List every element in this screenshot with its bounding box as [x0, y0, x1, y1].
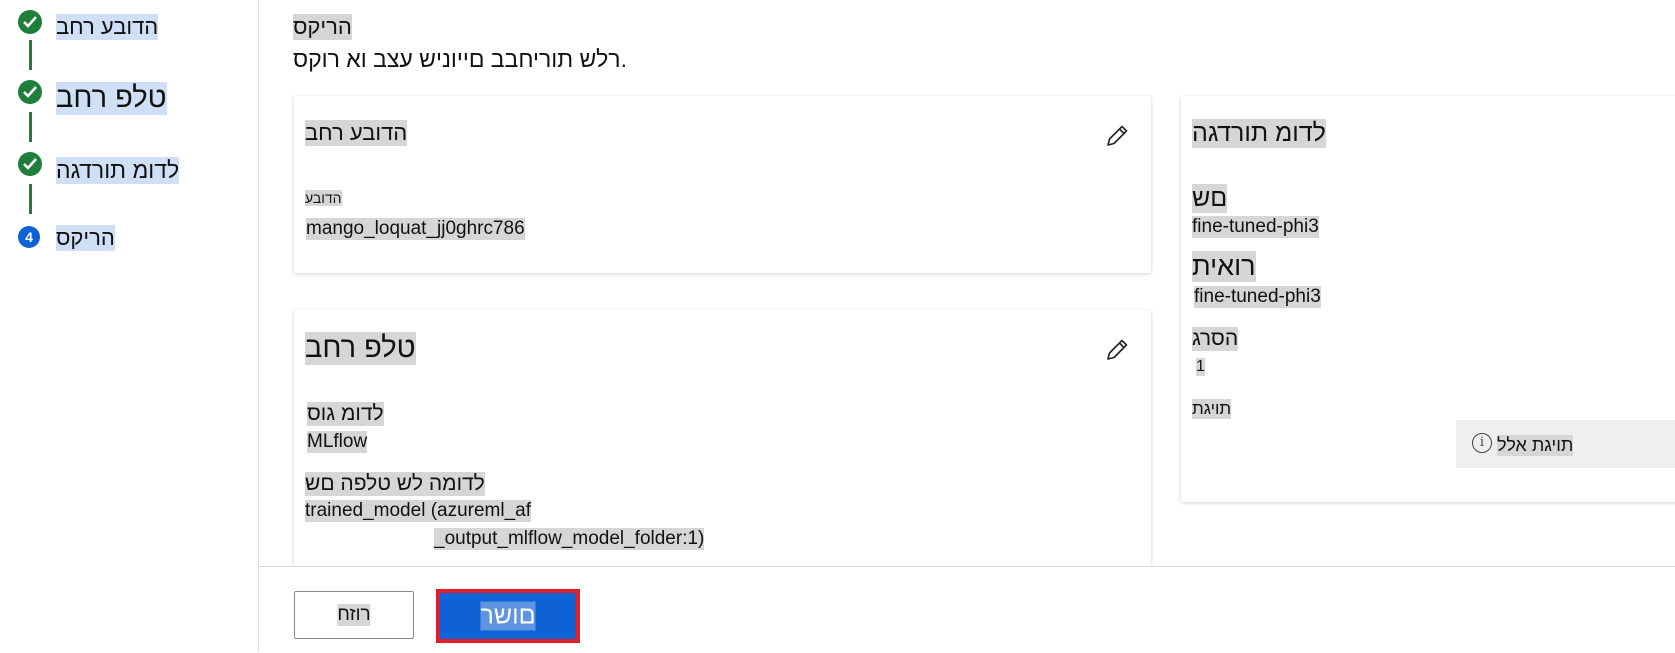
- create-button[interactable]: םושר: [436, 589, 580, 643]
- edit-output-pencil-icon[interactable]: [1104, 337, 1130, 363]
- step-2-check-icon: [18, 80, 42, 104]
- review-panel: הריקס רלש תוריחבב םייוניש עצב וא רוקס. ה…: [259, 0, 1675, 566]
- edit-job-pencil-icon[interactable]: [1104, 123, 1130, 149]
- wizard-footer: רוזח םושר: [259, 566, 1675, 653]
- step-3-check-icon: [18, 152, 42, 176]
- version-label: הסרג: [1192, 327, 1239, 351]
- back-button[interactable]: רוזח: [294, 591, 414, 639]
- step-4-label[interactable]: הריקס: [56, 225, 115, 251]
- step-1-check-icon: [18, 10, 42, 34]
- page-description: רלש תוריחבב םייוניש עצב וא רוקס.: [293, 46, 627, 72]
- artifact-name-label: לדומה לש טלפה םש: [305, 472, 485, 496]
- step-connector: [29, 40, 32, 70]
- description-label: רואית: [1192, 251, 1256, 282]
- job-field-label: הדובע: [305, 190, 342, 206]
- step-2-label[interactable]: טלפ רחב: [56, 82, 167, 115]
- step-4-number: 4: [18, 226, 40, 248]
- tags-label: תויגת: [1192, 399, 1232, 419]
- version-value: 1: [1196, 358, 1205, 376]
- step-1-label[interactable]: הדובע רחב: [56, 14, 159, 40]
- model-type-label: לדומ גוס: [307, 402, 384, 426]
- name-label: םש: [1192, 184, 1228, 213]
- job-field-value: mango_loquat_jj0ghrc786: [306, 218, 525, 240]
- step-3-label[interactable]: לדומ תורדגה: [56, 157, 180, 184]
- wizard-stepper: הדובע רחב טלפ רחב לדומ תורדגה 4 הריקס: [0, 0, 259, 652]
- artifact-name-value-line2: _output_mlflow_model_folder:1): [434, 528, 705, 550]
- info-icon: i: [1472, 433, 1492, 453]
- description-value: fine-tuned-phi3: [1194, 286, 1321, 308]
- back-button-label: רוזח: [337, 604, 371, 626]
- tags-empty-text: תויגת אלל: [1497, 435, 1574, 456]
- create-button-label: םושר: [480, 601, 536, 631]
- output-summary-card: טלפ רחב לדומ גוס MLflow לדומה לש טלפה םש…: [294, 310, 1151, 566]
- output-card-title: טלפ רחב: [305, 332, 416, 365]
- step-connector: [29, 184, 32, 214]
- page-title: הריקס: [293, 14, 352, 40]
- job-summary-card: הדובע רחב הדובע mango_loquat_jj0ghrc786: [294, 96, 1151, 273]
- settings-card-title: לדומ תורדגה: [1192, 119, 1326, 148]
- job-card-title: הדובע רחב: [305, 120, 408, 146]
- step-connector: [29, 112, 32, 142]
- name-value: fine-tuned-phi3: [1192, 216, 1319, 238]
- artifact-name-value-line1: trained_model (azureml_af: [305, 500, 532, 522]
- model-type-value: MLflow: [307, 431, 368, 453]
